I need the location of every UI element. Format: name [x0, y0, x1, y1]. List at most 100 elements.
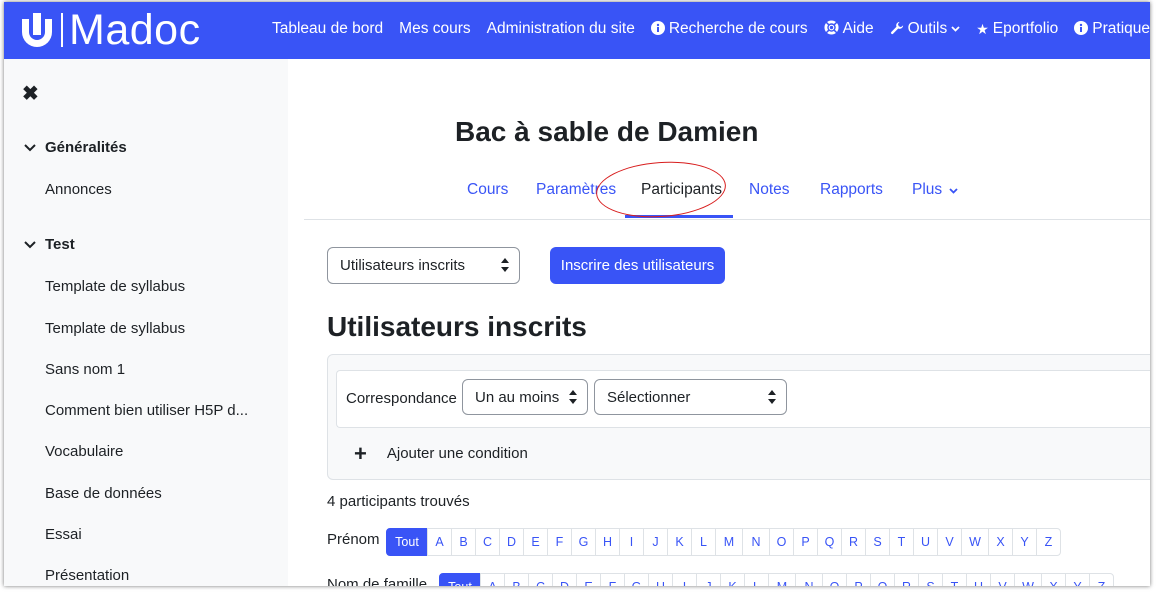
lastname-initial-v[interactable]: V — [990, 573, 1015, 586]
lastname-initials-label: Nom de famille — [327, 576, 428, 586]
chevron-down-icon[interactable] — [24, 238, 38, 252]
lastname-initial-i[interactable]: I — [672, 573, 697, 586]
sidebar-item[interactable]: Base de données — [45, 485, 162, 502]
filter-type-select[interactable]: Sélectionner — [594, 379, 787, 415]
firstname-initial-z[interactable]: Z — [1036, 528, 1061, 556]
secondary-nav: Cours Paramètres Participants Notes Rapp… — [304, 171, 1150, 220]
firstname-initial-y[interactable]: Y — [1012, 528, 1037, 556]
lastname-initial-a[interactable]: A — [480, 573, 505, 586]
lifebuoy-icon — [824, 20, 839, 38]
participants-count: 4 participants trouvés — [327, 493, 470, 510]
lastname-initial-tout[interactable]: Tout — [439, 573, 481, 586]
lastname-initial-b[interactable]: B — [504, 573, 529, 586]
tab-notes[interactable]: Notes — [749, 181, 790, 199]
firstname-initial-w[interactable]: W — [961, 528, 989, 556]
chevron-down-icon — [951, 24, 960, 35]
select-arrows-icon — [501, 258, 509, 274]
firstname-initial-t[interactable]: T — [889, 528, 914, 556]
sidebar-item[interactable]: Template de syllabus — [45, 320, 185, 337]
firstname-initial-q[interactable]: Q — [817, 528, 842, 556]
firstname-initial-g[interactable]: G — [571, 528, 596, 556]
lastname-initial-w[interactable]: W — [1014, 573, 1042, 586]
lastname-initial-z[interactable]: Z — [1089, 573, 1114, 586]
match-select[interactable]: Un au moins — [462, 379, 588, 415]
firstname-initial-x[interactable]: X — [988, 528, 1013, 556]
tab-cours[interactable]: Cours — [467, 181, 508, 199]
nav-teaching-practices[interactable]: Pratiques péd — [1074, 20, 1150, 38]
nav-eportfolio[interactable]: ★ Eportfolio — [976, 20, 1058, 38]
firstname-initial-e[interactable]: E — [523, 528, 548, 556]
nav-dashboard[interactable]: Tableau de bord — [272, 20, 383, 38]
site-logo[interactable]: Madoc — [22, 8, 201, 52]
lastname-initial-u[interactable]: U — [966, 573, 991, 586]
madoc-logo-icon — [22, 13, 52, 47]
sidebar-item[interactable]: Présentation — [45, 567, 129, 584]
firstname-initial-j[interactable]: J — [643, 528, 668, 556]
firstname-initial-c[interactable]: C — [475, 528, 500, 556]
firstname-initial-n[interactable]: N — [742, 528, 770, 556]
lastname-initial-f[interactable]: F — [600, 573, 625, 586]
firstname-initial-i[interactable]: I — [619, 528, 644, 556]
firstname-initials-bar: Tout A B C D E F G H I J K L M N O P Q R S T U V W X Y Z — [386, 528, 1061, 556]
lastname-initial-l[interactable]: L — [744, 573, 769, 586]
sidebar-item-annonces[interactable]: Annonces — [45, 181, 112, 198]
firstname-initial-b[interactable]: B — [451, 528, 476, 556]
lastname-initial-n[interactable]: N — [795, 573, 823, 586]
tab-plus[interactable]: Plus — [912, 181, 959, 199]
tab-rapports[interactable]: Rapports — [820, 181, 883, 199]
lastname-initial-p[interactable]: P — [846, 573, 871, 586]
sidebar-item[interactable]: Vocabulaire — [45, 443, 123, 460]
firstname-initial-r[interactable]: R — [841, 528, 866, 556]
enrol-users-button[interactable]: Inscrire des utilisateurs — [550, 247, 725, 284]
nav-label: Recherche de cours — [668, 20, 808, 37]
firstname-initial-s[interactable]: S — [865, 528, 890, 556]
lastname-initial-e[interactable]: E — [576, 573, 601, 586]
firstname-initial-h[interactable]: H — [595, 528, 620, 556]
chevron-down-icon[interactable] — [24, 141, 38, 155]
participants-view-select[interactable]: Utilisateurs inscrits — [327, 247, 520, 284]
firstname-initial-l[interactable]: L — [691, 528, 716, 556]
firstname-initial-m[interactable]: M — [715, 528, 743, 556]
lastname-initial-h[interactable]: H — [648, 573, 673, 586]
sidebar-item[interactable]: Comment bien utiliser H5P d... — [45, 402, 248, 419]
lastname-initial-o[interactable]: O — [822, 573, 847, 586]
firstname-initial-a[interactable]: A — [427, 528, 452, 556]
firstname-initial-v[interactable]: V — [937, 528, 962, 556]
lastname-initial-c[interactable]: C — [528, 573, 553, 586]
close-drawer-icon[interactable]: ✖ — [22, 81, 39, 106]
firstname-initial-o[interactable]: O — [769, 528, 794, 556]
lastname-initial-y[interactable]: Y — [1065, 573, 1090, 586]
lastname-initial-g[interactable]: G — [624, 573, 649, 586]
nav-label: Administration du site — [486, 20, 635, 37]
nav-course-search[interactable]: Recherche de cours — [650, 20, 808, 38]
sidebar-item[interactable]: Essai — [45, 526, 82, 543]
firstname-initial-p[interactable]: P — [793, 528, 818, 556]
firstname-initial-k[interactable]: K — [667, 528, 692, 556]
firstname-initial-d[interactable]: D — [499, 528, 524, 556]
lastname-initial-m[interactable]: M — [768, 573, 796, 586]
section-test[interactable]: Test — [24, 236, 75, 253]
lastname-initial-s[interactable]: S — [918, 573, 943, 586]
lastname-initial-r[interactable]: R — [894, 573, 919, 586]
lastname-initial-x[interactable]: X — [1041, 573, 1066, 586]
firstname-initial-tout[interactable]: Tout — [386, 528, 428, 556]
main-content: Bac à sable de Damien Cours Paramètres P… — [288, 59, 1150, 586]
sidebar-item[interactable]: Template de syllabus — [45, 278, 185, 295]
nav-tools[interactable]: Outils — [890, 20, 961, 38]
nav-my-courses[interactable]: Mes cours — [399, 20, 471, 38]
lastname-initial-k[interactable]: K — [720, 573, 745, 586]
sidebar-item[interactable]: Sans nom 1 — [45, 361, 125, 378]
lastname-initial-q[interactable]: Q — [870, 573, 895, 586]
firstname-initial-u[interactable]: U — [913, 528, 938, 556]
lastname-initial-t[interactable]: T — [942, 573, 967, 586]
lastname-initials-bar: ToutABCDEFGHIJKLMNOPQRSTUVWXYZ — [439, 573, 1114, 586]
nav-help[interactable]: Aide — [824, 20, 874, 38]
nav-site-admin[interactable]: Administration du site — [487, 20, 635, 38]
firstname-initial-f[interactable]: F — [547, 528, 572, 556]
lastname-initial-j[interactable]: J — [696, 573, 721, 586]
browser-frame: Madoc Tableau de bord Mes cours Administ… — [4, 2, 1150, 586]
section-generalites[interactable]: Généralités — [24, 139, 127, 156]
lastname-initial-d[interactable]: D — [552, 573, 577, 586]
add-condition-button[interactable]: + Ajouter une condition — [354, 442, 528, 464]
nav-label: Aide — [842, 20, 874, 37]
